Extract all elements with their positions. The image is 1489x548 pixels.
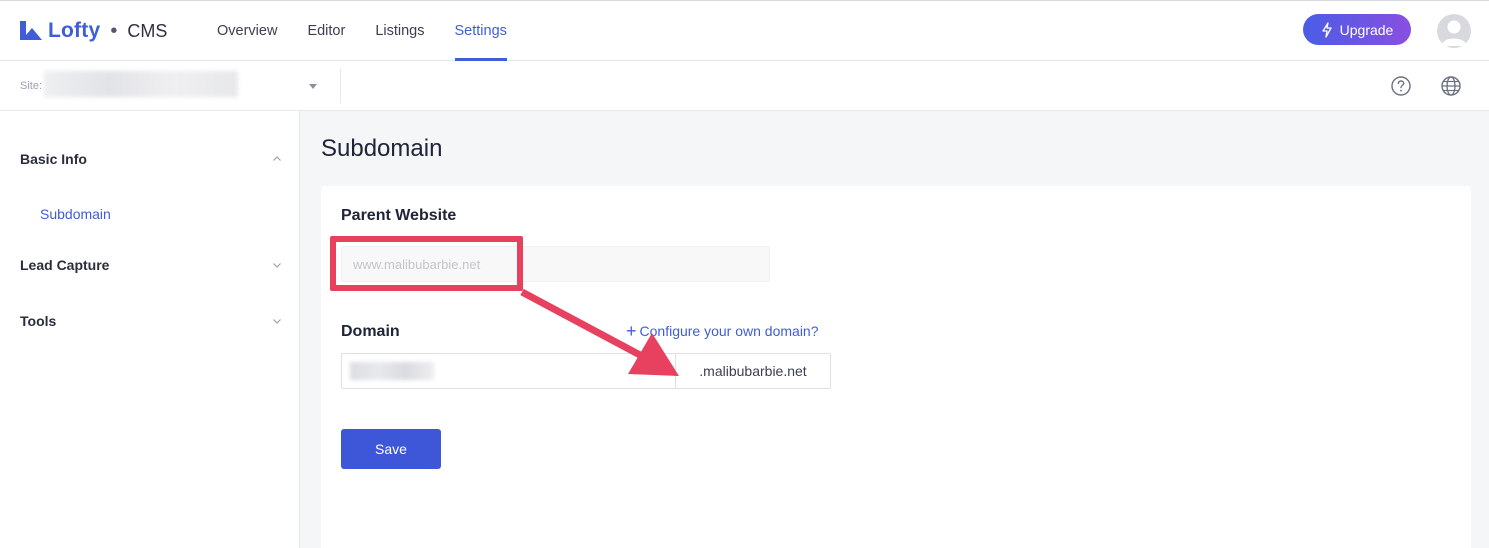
chevron-down-icon	[273, 263, 281, 268]
sidebar-group-lead-capture[interactable]: Lead Capture	[20, 257, 282, 273]
tab-overview[interactable]: Overview	[217, 1, 277, 61]
top-navigation: Lofty • CMS Overview Editor Listings Set…	[0, 0, 1489, 61]
caret-down-icon[interactable]	[309, 84, 317, 89]
annotation-highlight-box	[330, 236, 523, 291]
lofty-logo-icon	[20, 21, 42, 40]
subdomain-input-value	[350, 362, 434, 380]
tab-editor[interactable]: Editor	[307, 1, 345, 61]
site-label: Site:	[20, 80, 43, 92]
domain-label: Domain	[341, 323, 400, 340]
page-title: Subdomain	[321, 135, 443, 162]
chevron-down-icon	[273, 319, 281, 324]
tab-listings[interactable]: Listings	[375, 1, 424, 61]
lightning-icon	[1321, 21, 1332, 38]
parent-website-label: Parent Website	[341, 207, 457, 224]
sidebar-group-tools[interactable]: Tools	[20, 313, 282, 329]
chevron-up-icon	[273, 156, 281, 161]
question-circle-icon[interactable]	[1390, 75, 1412, 97]
tab-settings[interactable]: Settings	[454, 1, 508, 61]
configure-domain-link[interactable]: + Configure your own domain?	[626, 321, 819, 341]
divider	[340, 69, 341, 103]
subdomain-input[interactable]	[341, 353, 676, 389]
plus-icon: +	[626, 321, 637, 341]
sidebar-group-basic-info[interactable]: Basic Info	[20, 151, 282, 167]
configure-domain-label: Configure your own domain?	[639, 323, 819, 339]
brand-name: Lofty	[48, 19, 101, 42]
domain-suffix: .malibubarbie.net	[675, 353, 831, 389]
sidebar-group-label: Tools	[20, 313, 57, 329]
site-bar: Site:	[0, 61, 1489, 111]
sidebar-group-label: Basic Info	[20, 151, 87, 167]
sidebar-item-subdomain[interactable]: Subdomain	[40, 206, 111, 222]
product-name: CMS	[127, 20, 168, 41]
nav-tabs: Overview Editor Listings Settings	[217, 1, 537, 61]
avatar[interactable]	[1437, 14, 1471, 48]
globe-icon[interactable]	[1440, 75, 1462, 97]
settings-sidebar: Basic Info Subdomain Lead Capture Tools	[0, 111, 300, 548]
upgrade-label: Upgrade	[1339, 21, 1394, 38]
user-avatar-icon	[1441, 20, 1467, 46]
upgrade-button[interactable]: Upgrade	[1303, 14, 1411, 45]
save-button[interactable]: Save	[341, 429, 441, 469]
logo[interactable]: Lofty • CMS	[19, 16, 167, 46]
brand-separator: •	[110, 19, 118, 42]
sidebar-group-label: Lead Capture	[20, 257, 110, 273]
site-selector-value[interactable]	[44, 71, 238, 97]
